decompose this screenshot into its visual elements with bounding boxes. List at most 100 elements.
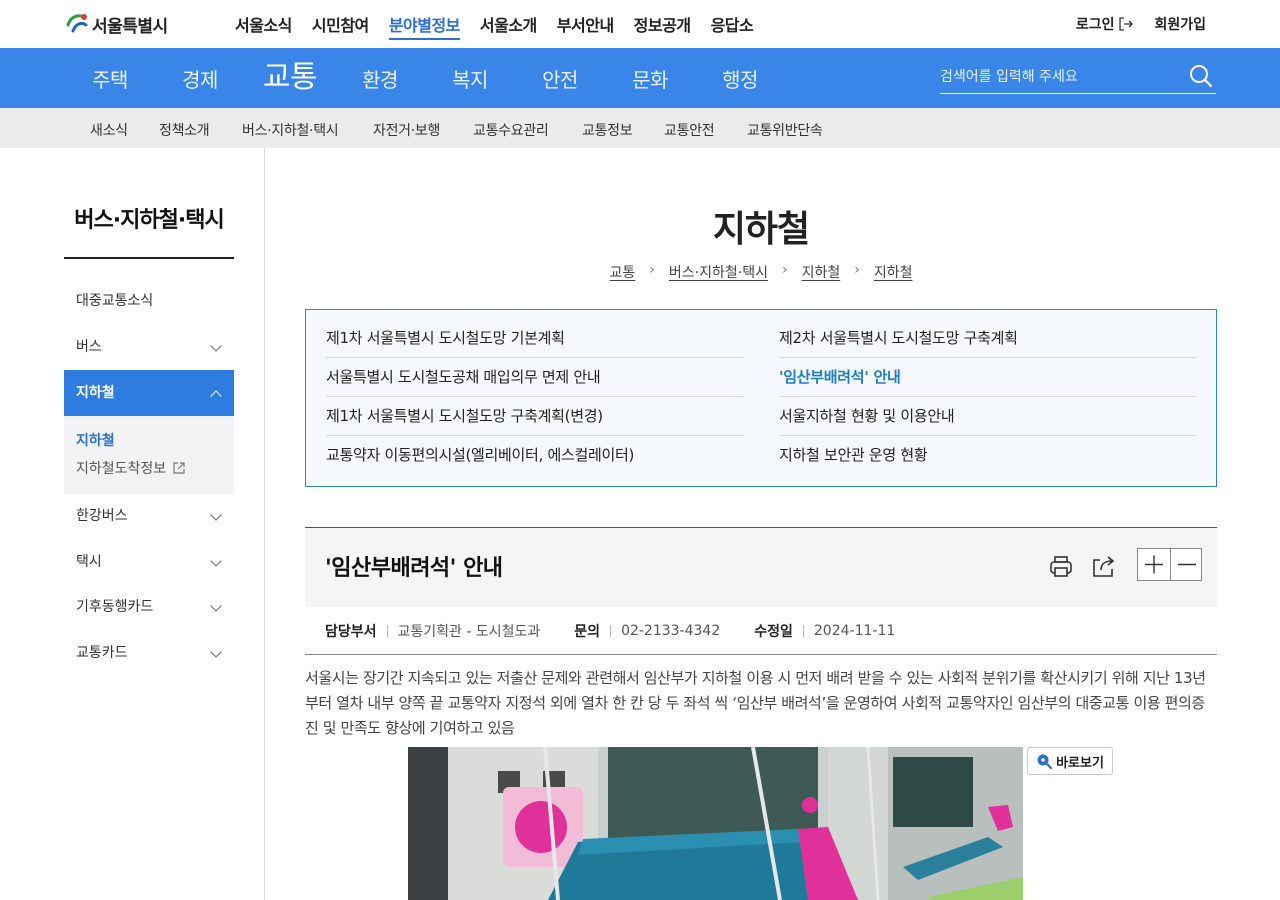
login-label: 로그인 (1075, 17, 1115, 33)
page-title: 지하철 (712, 209, 810, 250)
view-original-button[interactable]: 바로보기 (1027, 747, 1113, 775)
category-transport[interactable]: 교통 (255, 48, 325, 108)
chevron-down-icon (210, 340, 222, 352)
subcategory-violation[interactable]: 교통위반단속 (747, 120, 823, 140)
subway-seat-photo (408, 747, 1023, 900)
plus-icon (1145, 555, 1163, 574)
category-administration[interactable]: 행정 (705, 48, 775, 108)
logo-text: 서울특별시 (92, 16, 168, 37)
breadcrumb-item[interactable]: 버스·지하철·택시 (669, 262, 768, 282)
share-button[interactable] (1088, 550, 1120, 582)
article-body: 서울시는 장기간 지속되고 있는 저출산 문제와 관련해서 임산부가 지하철 이… (305, 669, 1206, 737)
related-link[interactable]: 제2차 서울특별시 도시철도망 구축계획 (779, 319, 1197, 358)
sidebar-item-transit-news[interactable]: 대중교통소식 (64, 278, 234, 324)
gnb-item-response[interactable]: 응답소 (711, 12, 754, 40)
meta-divider (610, 624, 612, 637)
print-button[interactable] (1045, 550, 1077, 582)
font-size-controls (1137, 548, 1202, 581)
dept-value: 교통기획관 - 도시철도과 (397, 623, 541, 640)
contact-value: 02-2133-4342 (621, 622, 721, 639)
updated-label: 수정일 (754, 623, 793, 640)
share-icon (1093, 556, 1115, 577)
gnb-item-seoul-news[interactable]: 서울소식 (235, 12, 292, 40)
chevron-right-icon: › (854, 262, 860, 278)
sidebar-submenu: 지하철 지하철도착정보 (64, 416, 234, 494)
sidebar-item-label: 지하철 (76, 385, 115, 401)
related-link[interactable]: 서울특별시 도시철도공채 매입의무 면제 안내 (326, 358, 744, 397)
sidebar-item-climate-card[interactable]: 기후동행카드 (64, 584, 234, 630)
chevron-down-icon (210, 509, 222, 521)
subcategory-bike-walk[interactable]: 자전거·보행 (373, 120, 440, 140)
category-safety[interactable]: 안전 (525, 48, 595, 108)
subcategory-demand-mgmt[interactable]: 교통수요관리 (473, 120, 549, 140)
join-link[interactable]: 회원가입 (1154, 14, 1206, 34)
related-link[interactable]: 제1차 서울특별시 도시철도망 구축계획(변경) (326, 397, 744, 436)
user-util: 로그인 회원가입 (1076, 14, 1206, 34)
subcategory-traffic-safety[interactable]: 교통안전 (664, 120, 715, 140)
logout-arrow-icon (1119, 17, 1134, 31)
sidebar-item-hangang-bus[interactable]: 한강버스 (64, 493, 234, 539)
subway-interior-image (408, 747, 1023, 900)
view-button-label: 바로보기 (1056, 755, 1104, 771)
search-input[interactable] (940, 66, 1180, 88)
category-economy[interactable]: 경제 (165, 48, 235, 108)
related-link[interactable]: '임산부배려석' 안내 (779, 358, 1197, 397)
left-sidebar: 버스·지하철·택시 지하철 지하철도착정보 대중교통소식 버스 지하철 한강버스 택시 기… (0, 148, 265, 900)
sidebar-item-label: 교통카드 (76, 645, 128, 661)
contact-label: 문의 (574, 623, 601, 640)
print-icon (1050, 556, 1072, 577)
chevron-right-icon: › (649, 262, 655, 278)
related-link[interactable]: 제1차 서울특별시 도시철도망 기본계획 (326, 319, 744, 358)
sidebar-item-label: 한강버스 (76, 508, 128, 524)
gnb-item-departments[interactable]: 부서안내 (557, 12, 614, 40)
related-link[interactable]: 서울지하철 현황 및 이용안내 (779, 397, 1197, 436)
search-box (940, 60, 1216, 94)
related-links-box: 제1차 서울특별시 도시철도망 기본계획 서울특별시 도시철도공채 매입의무 면제… (305, 309, 1217, 487)
sidebar-item-label: 대중교통소식 (76, 293, 154, 309)
chevron-up-icon (210, 390, 222, 402)
breadcrumb-label: 교통 (609, 265, 636, 281)
category-welfare[interactable]: 복지 (435, 48, 505, 108)
gnb-item-field-info[interactable]: 분야별정보 (388, 12, 460, 40)
related-link[interactable]: 교통약자 이동편의시설(엘리베이터, 에스컬레이터) (326, 436, 744, 475)
sidebar-item-taxi[interactable]: 택시 (64, 539, 234, 585)
breadcrumb-label: 버스·지하철·택시 (668, 265, 768, 281)
sidebar-item-bus[interactable]: 버스 (64, 324, 234, 370)
updated-value: 2024-11-11 (813, 622, 896, 639)
gnb-item-disclosure[interactable]: 정보공개 (634, 12, 691, 40)
related-link[interactable]: 지하철 보안관 운영 현황 (779, 436, 1197, 475)
sidebar-item-subway[interactable]: 지하철 (64, 370, 234, 416)
submenu-item-subway[interactable]: 지하철 (76, 430, 222, 450)
zoom-magnifier-icon (1037, 754, 1053, 769)
chevron-down-icon (210, 646, 222, 658)
login-link[interactable]: 로그인 (1076, 14, 1135, 34)
subcategory-policy[interactable]: 정책소개 (159, 120, 210, 140)
top-utility-bar: 서울특별시 서울소식 시민참여 분야별정보 서울소개 부서안내 정보공개 응답소 로그인 회… (0, 0, 1280, 48)
breadcrumb-label: 지하철 (801, 265, 841, 281)
seoul-logo[interactable]: 서울특별시 (64, 10, 168, 38)
subcategory-news[interactable]: 새소식 (90, 120, 128, 140)
breadcrumb-item[interactable]: 지하철 (874, 262, 913, 282)
subcategory-traffic-info[interactable]: 교통정보 (582, 120, 633, 140)
submenu-item-arrival-info[interactable]: 지하철도착정보 (76, 458, 222, 478)
category-environment[interactable]: 환경 (345, 48, 415, 108)
meta-divider (802, 624, 804, 637)
subcategory-bus-subway-taxi[interactable]: 버스·지하철·택시 (242, 120, 339, 140)
category-housing[interactable]: 주택 (75, 48, 145, 108)
zoom-in-button[interactable] (1138, 549, 1170, 580)
search-button[interactable] (1188, 63, 1214, 89)
sidebar-item-transit-card[interactable]: 교통카드 (64, 630, 234, 676)
gnb-item-about-seoul[interactable]: 서울소개 (480, 12, 537, 40)
breadcrumb-item[interactable]: 교통 (610, 262, 636, 282)
meta-divider (386, 624, 388, 637)
gnb-item-citizen[interactable]: 시민참여 (312, 12, 369, 40)
sidebar-item-label: 버스 (76, 339, 102, 355)
zoom-out-button[interactable] (1170, 549, 1202, 580)
breadcrumb-item[interactable]: 지하철 (802, 262, 841, 282)
chevron-down-icon (210, 600, 222, 612)
category-bar: 주택 경제 교통 환경 복지 안전 문화 행정 (0, 48, 1280, 108)
external-link-icon (173, 462, 185, 474)
category-culture[interactable]: 문화 (615, 48, 685, 108)
breadcrumb-label: 지하철 (873, 265, 913, 281)
submenu-item-label: 지하철도착정보 (76, 461, 167, 477)
